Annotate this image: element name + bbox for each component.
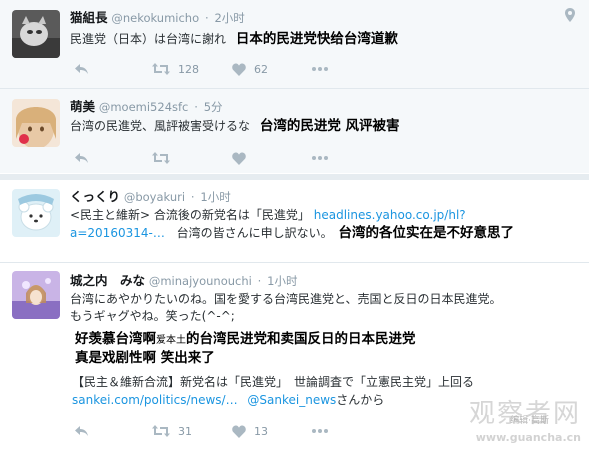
- user-handle[interactable]: @nekokumicho: [111, 11, 199, 25]
- reply-button[interactable]: [74, 149, 89, 167]
- reply-icon: [75, 64, 88, 74]
- tweet-header: くっくり @boyakuri · 1小时: [70, 189, 231, 205]
- brand-watermark-url: www.guancha.cn: [475, 431, 581, 444]
- retweet-count: 128: [178, 62, 199, 76]
- separator-dot: ·: [257, 274, 262, 288]
- tweet-header: 城之内 みな @minajyounouchi · 1小时: [70, 273, 297, 289]
- tweet-text-line1: 台湾にあやかりたいのね。国を愛する台湾民進党と、売国と反日の日本民進党。: [70, 292, 502, 306]
- mention-link[interactable]: @Sankei_news: [247, 393, 336, 407]
- quoted-article-source: sankei.com/politics/news/… @Sankei_newsさ…: [72, 392, 384, 409]
- overlay-part: 的台湾民进党和卖国反日的日本民进党: [186, 331, 416, 347]
- like-button[interactable]: 62: [232, 60, 268, 78]
- timestamp[interactable]: 1小时: [267, 274, 297, 288]
- article-link-cont[interactable]: a=20160314-…: [70, 226, 165, 240]
- separator-dot: ·: [194, 100, 198, 114]
- tweet-text-original: 台湾の民進党、風評被害受けるな: [70, 119, 251, 133]
- tweet-text: <民主と維新> 合流後の新党名は「民進党」 headlines.yahoo.co…: [70, 207, 466, 224]
- more-icon: [312, 156, 328, 160]
- tweet-header: 猫組長 @nekokumicho · 2小时: [70, 10, 245, 26]
- retweet-icon: [152, 152, 170, 164]
- overlay-part: 好羡慕台湾啊: [75, 331, 156, 347]
- heart-icon: [232, 151, 246, 165]
- user-handle[interactable]: @minajyounouchi: [149, 274, 252, 288]
- overlay-annotation: 爱本土: [156, 335, 186, 346]
- retweet-icon: [152, 425, 170, 437]
- user-handle[interactable]: @moemi524sfc: [99, 100, 189, 114]
- tweet-text: 台湾の民進党、風評被害受けるな 台湾的民进党 风评被害: [70, 118, 400, 135]
- tweet-card[interactable]: くっくり @boyakuri · 1小时 <民主と維新> 合流後の新党名は「民進…: [0, 181, 589, 261]
- retweet-count: 31: [178, 424, 192, 438]
- tweet-text-line2: a=20160314-… 台湾の皆さんに申し訳ない。 台湾的各位实在是不好意思了: [70, 225, 514, 242]
- display-name[interactable]: 猫組長: [70, 10, 108, 25]
- translation-overlay: 台湾的各位实在是不好意思了: [338, 225, 515, 241]
- translation-overlay: 日本的民进党快给台湾道歉: [235, 31, 398, 47]
- divider: [0, 174, 589, 180]
- tweet-header: 萌美 @moemi524sfc · 5分: [70, 99, 223, 115]
- quoted-article-title: 【民主＆維新合流】新党名は「民進党」 世論調査で「立憲民主党」上回る: [72, 375, 475, 389]
- reply-button[interactable]: [74, 422, 89, 440]
- more-button[interactable]: [312, 149, 328, 167]
- tweet-text-original: 民進党（日本）は台湾に謝れ: [70, 32, 227, 46]
- like-count: 13: [254, 424, 268, 438]
- more-icon: [312, 429, 328, 433]
- article-link[interactable]: sankei.com/politics/news/…: [72, 393, 238, 407]
- translation-overlay-line2: 真是戏剧性啊 笑出来了: [75, 350, 215, 366]
- user-handle[interactable]: @boyakuri: [124, 190, 185, 204]
- display-name[interactable]: 萌美: [70, 99, 95, 114]
- translation-overlay: 台湾的民进党 风评被害: [259, 118, 400, 134]
- timestamp[interactable]: 2小时: [214, 11, 244, 25]
- avatar[interactable]: [12, 99, 60, 147]
- tweet-text: 民進党（日本）は台湾に謝れ 日本的民进党快给台湾道歉: [70, 31, 398, 48]
- avatar[interactable]: [12, 189, 60, 237]
- like-button[interactable]: [232, 149, 246, 167]
- tweet-card[interactable]: 萌美 @moemi524sfc · 5分 台湾の民進党、風評被害受けるな 台湾的…: [0, 89, 589, 173]
- separator-dot: ·: [190, 190, 195, 204]
- timestamp[interactable]: 5分: [204, 100, 223, 114]
- source-suffix: さんから: [336, 393, 385, 407]
- location-pin-icon: [565, 8, 575, 25]
- retweet-icon: [152, 63, 170, 75]
- avatar[interactable]: [12, 10, 60, 58]
- like-count: 62: [254, 62, 268, 76]
- more-icon: [312, 67, 328, 71]
- like-button[interactable]: 13: [232, 422, 268, 440]
- tweet-card[interactable]: 猫組長 @nekokumicho · 2小时 民進党（日本）は台湾に謝れ 日本的…: [0, 0, 589, 88]
- brand-watermark: 观察者网: [468, 399, 581, 429]
- reply-icon: [75, 153, 88, 163]
- tweet-text-original: 台湾の皆さんに申し訳ない。: [176, 226, 333, 240]
- reply-icon: [75, 426, 88, 436]
- more-button[interactable]: [312, 60, 328, 78]
- reply-button[interactable]: [74, 60, 89, 78]
- tweet-text-line2: もうギャグやね。笑った(^-^;: [70, 309, 235, 323]
- heart-icon: [232, 62, 246, 76]
- separator-dot: ·: [204, 11, 209, 25]
- article-link[interactable]: headlines.yahoo.co.jp/hl?: [314, 208, 466, 222]
- retweet-button[interactable]: 31: [152, 422, 192, 440]
- translation-overlay: 好羡慕台湾啊爱本土的台湾民进党和卖国反日的日本民进党: [75, 330, 416, 350]
- timestamp[interactable]: 1小时: [200, 190, 230, 204]
- more-button[interactable]: [312, 422, 328, 440]
- display-name[interactable]: くっくり: [70, 189, 120, 204]
- heart-icon: [232, 424, 246, 438]
- retweet-button[interactable]: 128: [152, 60, 199, 78]
- display-name[interactable]: 城之内 みな: [70, 273, 145, 288]
- retweet-button[interactable]: [152, 149, 170, 167]
- avatar[interactable]: [12, 271, 60, 319]
- tweet-text-original: <民主と維新> 合流後の新党名は「民進党」: [70, 208, 310, 222]
